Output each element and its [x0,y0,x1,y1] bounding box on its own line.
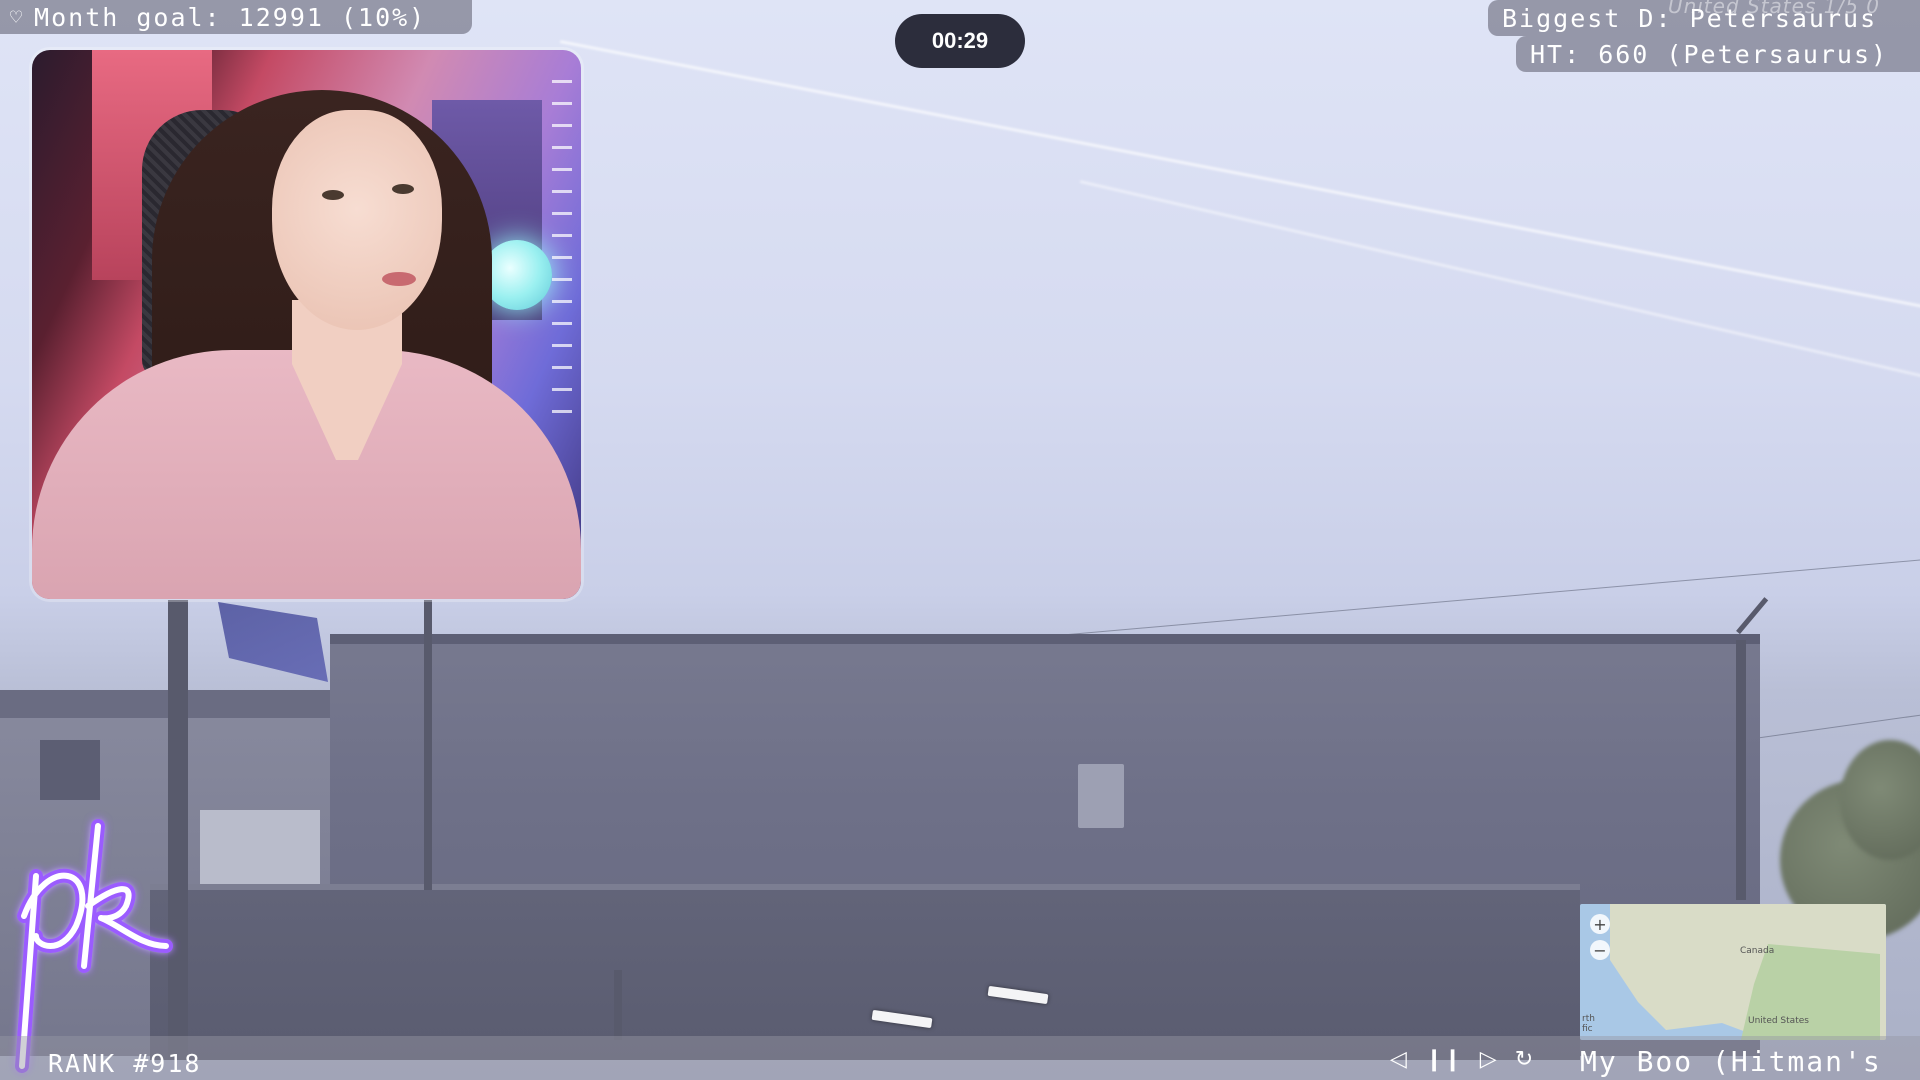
side-building-window [40,740,100,800]
next-track-icon[interactable]: ▷ [1480,1047,1497,1072]
now-playing-song: My Boo (Hitman's [1580,1045,1882,1078]
side-building-entrance [200,810,320,890]
contrail [559,40,1920,330]
power-line [999,558,1920,641]
high-tip-text: HT: 660 (Petersaurus) [1530,39,1889,69]
minimap-zoom-out-button[interactable]: − [1590,940,1610,960]
timer-progress-bar [895,14,906,18]
biggest-donation-banner: United States 1/5 0 Biggest D: Petersaur… [1488,0,1920,36]
webcam-person-lips [382,272,416,286]
minimap-label-canada: Canada [1740,946,1775,956]
media-controls: ◁ ❙❙ ▷ ↻ [1390,1047,1533,1072]
webcam-person-eye [322,190,344,200]
guess-minimap[interactable]: + − Canada United States rth fic [1580,904,1886,1040]
month-goal-banner: ♡ Month goal: 12991 (10%) [0,0,472,34]
flag-pole [424,600,432,890]
previous-track-icon[interactable]: ◁ [1390,1047,1407,1072]
webcam-string-lights [552,80,572,430]
utility-pole [1736,640,1746,900]
power-line [1739,712,1920,741]
wall-plaque [1078,764,1124,828]
front-wall [150,890,1580,1060]
flag [218,602,328,682]
post [614,970,622,1040]
high-tip-banner: HT: 660 (Petersaurus) [1516,36,1920,72]
rank-text: RANK #918 [48,1049,202,1078]
webcam-lamp [482,240,552,310]
minimap-label-pacific: rth fic [1582,1014,1595,1034]
webcam-person-eye [392,184,414,194]
pause-icon[interactable]: ❙❙ [1425,1047,1462,1072]
utility-pole-crossarm [1736,597,1769,635]
heart-icon: ♡ [10,5,25,29]
round-timer: 00:29 [895,14,1025,68]
minimap-zoom-in-button[interactable]: + [1590,914,1610,934]
webcam-person-face [272,110,442,330]
round-info-text: United States 1/5 0 [1667,0,1880,18]
replay-icon[interactable]: ↻ [1515,1047,1533,1072]
timer-text: 00:29 [931,28,989,53]
month-goal-text: Month goal: 12991 (10%) [34,2,427,32]
minimap-label-us: United States [1748,1016,1809,1026]
webcam-overlay [32,50,581,599]
main-building-roof [330,634,1760,644]
